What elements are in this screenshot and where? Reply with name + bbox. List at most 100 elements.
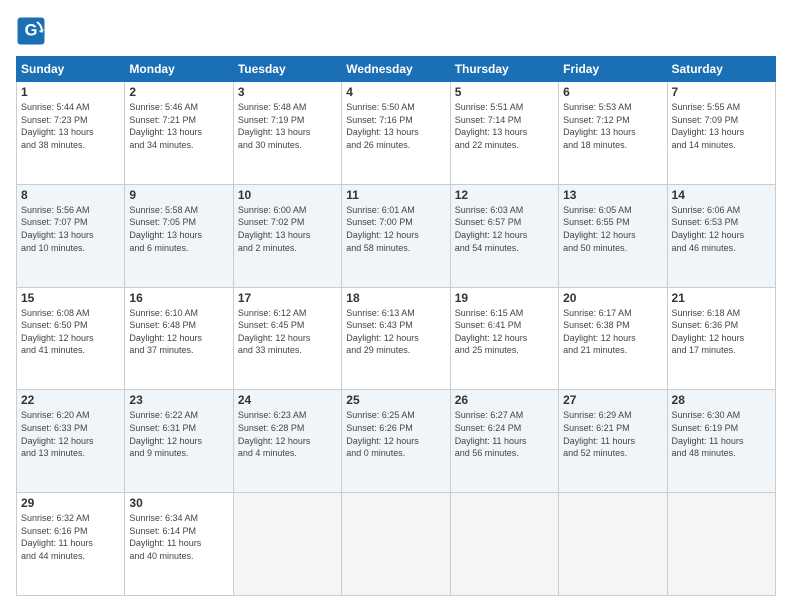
day-number: 28: [672, 393, 771, 407]
day-info: Sunrise: 6:03 AMSunset: 6:57 PMDaylight:…: [455, 204, 554, 254]
calendar-cell: 28 Sunrise: 6:30 AMSunset: 6:19 PMDayligh…: [667, 390, 775, 493]
calendar-cell: 23Sunrise: 6:22 AMSunset: 6:31 PMDayligh…: [125, 390, 233, 493]
calendar-cell: 25Sunrise: 6:25 AMSunset: 6:26 PMDayligh…: [342, 390, 450, 493]
calendar-cell: 3 Sunrise: 5:48 AMSunset: 7:19 PMDaylight…: [233, 82, 341, 185]
calendar-cell: 21Sunrise: 6:18 AMSunset: 6:36 PMDayligh…: [667, 287, 775, 390]
calendar-week-row: 22Sunrise: 6:20 AMSunset: 6:33 PMDayligh…: [17, 390, 776, 493]
day-number: 21: [672, 291, 771, 305]
calendar-week-row: 15 Sunrise: 6:08 AMSunset: 6:50 PMDayligh…: [17, 287, 776, 390]
column-header-wednesday: Wednesday: [342, 57, 450, 82]
calendar-body: 1Sunrise: 5:44 AMSunset: 7:23 PMDaylight…: [17, 82, 776, 596]
calendar-cell: 4 Sunrise: 5:50 AMSunset: 7:16 PMDaylight…: [342, 82, 450, 185]
calendar-week-row: 8 Sunrise: 5:56 AMSunset: 7:07 PMDaylight…: [17, 184, 776, 287]
calendar-cell: 2Sunrise: 5:46 AMSunset: 7:21 PMDaylight…: [125, 82, 233, 185]
column-header-tuesday: Tuesday: [233, 57, 341, 82]
day-number: 11: [346, 188, 445, 202]
day-number: 29: [21, 496, 120, 510]
calendar-cell: [342, 493, 450, 596]
calendar-page: G SundayMondayTuesdayWednesdayThursdayFr…: [0, 0, 792, 612]
calendar-cell: 1Sunrise: 5:44 AMSunset: 7:23 PMDaylight…: [17, 82, 125, 185]
day-info: Sunrise: 6:20 AMSunset: 6:33 PMDaylight:…: [21, 409, 120, 459]
calendar-cell: 29 Sunrise: 6:32 AMSunset: 6:16 PMDayligh…: [17, 493, 125, 596]
calendar-cell: 15 Sunrise: 6:08 AMSunset: 6:50 PMDayligh…: [17, 287, 125, 390]
day-info: Sunrise: 6:06 AMSunset: 6:53 PMDaylight:…: [672, 204, 771, 254]
day-number: 4: [346, 85, 445, 99]
calendar-cell: 7 Sunrise: 5:55 AMSunset: 7:09 PMDaylight…: [667, 82, 775, 185]
calendar-cell: 27Sunrise: 6:29 AMSunset: 6:21 PMDayligh…: [559, 390, 667, 493]
day-info: Sunrise: 6:30 AMSunset: 6:19 PMDaylight:…: [672, 409, 771, 459]
calendar-cell: 18Sunrise: 6:13 AMSunset: 6:43 PMDayligh…: [342, 287, 450, 390]
calendar-cell: 5Sunrise: 5:51 AMSunset: 7:14 PMDaylight…: [450, 82, 558, 185]
day-info: Sunrise: 5:58 AMSunset: 7:05 PMDaylight:…: [129, 204, 228, 254]
calendar-cell: 10 Sunrise: 6:00 AMSunset: 7:02 PMDayligh…: [233, 184, 341, 287]
day-number: 20: [563, 291, 662, 305]
calendar-cell: [559, 493, 667, 596]
day-number: 19: [455, 291, 554, 305]
calendar-week-row: 1Sunrise: 5:44 AMSunset: 7:23 PMDaylight…: [17, 82, 776, 185]
day-number: 15: [21, 291, 120, 305]
calendar-cell: 22Sunrise: 6:20 AMSunset: 6:33 PMDayligh…: [17, 390, 125, 493]
calendar-table: SundayMondayTuesdayWednesdayThursdayFrid…: [16, 56, 776, 596]
day-info: Sunrise: 5:46 AMSunset: 7:21 PMDaylight:…: [129, 101, 228, 151]
day-info: Sunrise: 6:05 AMSunset: 6:55 PMDaylight:…: [563, 204, 662, 254]
day-info: Sunrise: 5:50 AMSunset: 7:16 PMDaylight:…: [346, 101, 445, 151]
calendar-cell: 8 Sunrise: 5:56 AMSunset: 7:07 PMDaylight…: [17, 184, 125, 287]
day-number: 3: [238, 85, 337, 99]
day-info: Sunrise: 6:17 AMSunset: 6:38 PMDaylight:…: [563, 307, 662, 357]
day-number: 10: [238, 188, 337, 202]
day-number: 8: [21, 188, 120, 202]
day-info: Sunrise: 6:27 AMSunset: 6:24 PMDaylight:…: [455, 409, 554, 459]
day-info: Sunrise: 6:22 AMSunset: 6:31 PMDaylight:…: [129, 409, 228, 459]
calendar-cell: 30 Sunrise: 6:34 AMSunset: 6:14 PMDayligh…: [125, 493, 233, 596]
calendar-cell: 20 Sunrise: 6:17 AMSunset: 6:38 PMDayligh…: [559, 287, 667, 390]
calendar-cell: 19 Sunrise: 6:15 AMSunset: 6:41 PMDayligh…: [450, 287, 558, 390]
logo: G: [16, 16, 50, 46]
calendar-cell: 12 Sunrise: 6:03 AMSunset: 6:57 PMDayligh…: [450, 184, 558, 287]
calendar-cell: [667, 493, 775, 596]
day-info: Sunrise: 6:08 AMSunset: 6:50 PMDaylight:…: [21, 307, 120, 357]
day-number: 26: [455, 393, 554, 407]
column-header-saturday: Saturday: [667, 57, 775, 82]
calendar-cell: 11Sunrise: 6:01 AMSunset: 7:00 PMDayligh…: [342, 184, 450, 287]
day-info: Sunrise: 5:55 AMSunset: 7:09 PMDaylight:…: [672, 101, 771, 151]
day-info: Sunrise: 5:51 AMSunset: 7:14 PMDaylight:…: [455, 101, 554, 151]
day-info: Sunrise: 5:56 AMSunset: 7:07 PMDaylight:…: [21, 204, 120, 254]
logo-icon: G: [16, 16, 46, 46]
day-info: Sunrise: 5:44 AMSunset: 7:23 PMDaylight:…: [21, 101, 120, 151]
day-number: 12: [455, 188, 554, 202]
calendar-cell: 9Sunrise: 5:58 AMSunset: 7:05 PMDaylight…: [125, 184, 233, 287]
day-number: 25: [346, 393, 445, 407]
column-header-sunday: Sunday: [17, 57, 125, 82]
day-info: Sunrise: 6:34 AMSunset: 6:14 PMDaylight:…: [129, 512, 228, 562]
day-number: 7: [672, 85, 771, 99]
day-number: 14: [672, 188, 771, 202]
calendar-cell: 13 Sunrise: 6:05 AMSunset: 6:55 PMDayligh…: [559, 184, 667, 287]
calendar-cell: 17Sunrise: 6:12 AMSunset: 6:45 PMDayligh…: [233, 287, 341, 390]
calendar-cell: [233, 493, 341, 596]
day-info: Sunrise: 6:15 AMSunset: 6:41 PMDaylight:…: [455, 307, 554, 357]
day-number: 30: [129, 496, 228, 510]
header: G: [16, 16, 776, 46]
day-number: 16: [129, 291, 228, 305]
day-number: 24: [238, 393, 337, 407]
day-number: 6: [563, 85, 662, 99]
calendar-cell: 14 Sunrise: 6:06 AMSunset: 6:53 PMDayligh…: [667, 184, 775, 287]
day-info: Sunrise: 6:23 AMSunset: 6:28 PMDaylight:…: [238, 409, 337, 459]
calendar-cell: 26 Sunrise: 6:27 AMSunset: 6:24 PMDayligh…: [450, 390, 558, 493]
calendar-cell: [450, 493, 558, 596]
day-info: Sunrise: 5:53 AMSunset: 7:12 PMDaylight:…: [563, 101, 662, 151]
calendar-header-row: SundayMondayTuesdayWednesdayThursdayFrid…: [17, 57, 776, 82]
day-info: Sunrise: 6:00 AMSunset: 7:02 PMDaylight:…: [238, 204, 337, 254]
svg-text:G: G: [25, 22, 38, 40]
day-info: Sunrise: 6:32 AMSunset: 6:16 PMDaylight:…: [21, 512, 120, 562]
calendar-week-row: 29 Sunrise: 6:32 AMSunset: 6:16 PMDayligh…: [17, 493, 776, 596]
calendar-cell: 6 Sunrise: 5:53 AMSunset: 7:12 PMDaylight…: [559, 82, 667, 185]
day-number: 13: [563, 188, 662, 202]
day-number: 18: [346, 291, 445, 305]
day-info: Sunrise: 5:48 AMSunset: 7:19 PMDaylight:…: [238, 101, 337, 151]
day-info: Sunrise: 6:29 AMSunset: 6:21 PMDaylight:…: [563, 409, 662, 459]
column-header-thursday: Thursday: [450, 57, 558, 82]
day-number: 17: [238, 291, 337, 305]
day-info: Sunrise: 6:10 AMSunset: 6:48 PMDaylight:…: [129, 307, 228, 357]
calendar-cell: 24 Sunrise: 6:23 AMSunset: 6:28 PMDayligh…: [233, 390, 341, 493]
